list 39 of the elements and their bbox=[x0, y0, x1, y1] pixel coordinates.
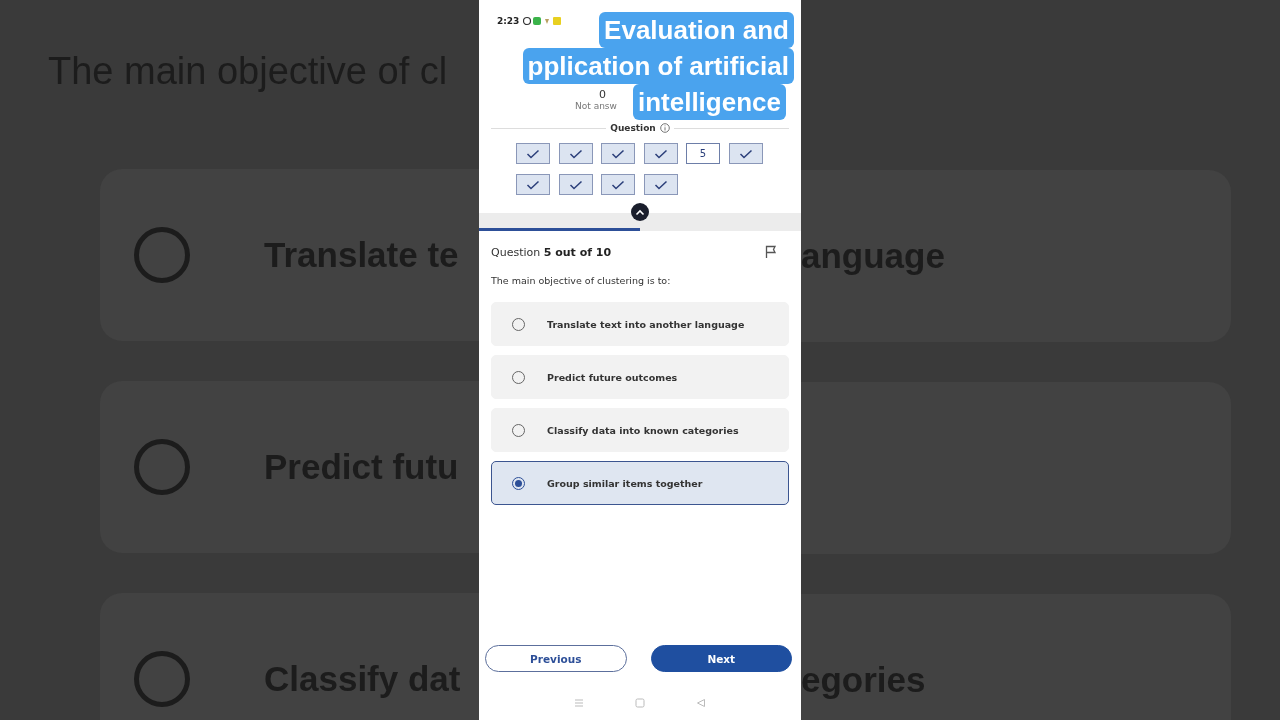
question-position: Question 5 out of 10 bbox=[491, 245, 612, 259]
unanswered-count: 0 bbox=[599, 88, 606, 101]
info-icon[interactable] bbox=[659, 123, 670, 133]
question-text: The main objective of clustering is to: bbox=[490, 274, 672, 286]
unanswered-label: Not answ bbox=[575, 101, 617, 111]
question-number-button[interactable] bbox=[516, 174, 550, 195]
answer-option[interactable]: Group similar items together bbox=[491, 461, 789, 505]
check-icon bbox=[568, 179, 583, 190]
check-icon bbox=[526, 148, 540, 159]
next-button[interactable]: Next bbox=[650, 645, 792, 672]
question-number-button[interactable] bbox=[516, 143, 550, 164]
question-number-button[interactable] bbox=[643, 174, 678, 195]
question-number-button[interactable] bbox=[558, 143, 593, 164]
question-number-button[interactable] bbox=[601, 174, 635, 195]
answer-option[interactable]: Translate text into another language bbox=[491, 302, 789, 346]
check-icon bbox=[738, 148, 753, 159]
check-icon bbox=[653, 148, 668, 159]
check-icon bbox=[568, 148, 583, 159]
palette-title: Question bbox=[610, 123, 656, 133]
flag-icon[interactable] bbox=[764, 245, 778, 259]
answer-option[interactable]: Predict future outcomes bbox=[491, 355, 789, 399]
radio-icon bbox=[134, 651, 190, 707]
status-icons bbox=[523, 16, 564, 26]
question-number-button[interactable] bbox=[601, 143, 635, 164]
previous-button[interactable]: Previous bbox=[485, 645, 627, 672]
question-number-button[interactable] bbox=[643, 143, 678, 164]
status-time: 2:23 bbox=[497, 16, 520, 26]
check-icon bbox=[653, 179, 668, 190]
question-number-button[interactable] bbox=[728, 143, 763, 164]
radio-icon bbox=[134, 439, 190, 495]
answer-option[interactable]: Classify data into known categories bbox=[491, 408, 789, 452]
question-number-button[interactable] bbox=[558, 174, 593, 195]
check-icon bbox=[611, 148, 625, 159]
check-icon bbox=[611, 179, 625, 190]
question-number-button[interactable]: 5 bbox=[686, 143, 720, 164]
check-icon bbox=[526, 179, 540, 190]
radio-icon bbox=[134, 227, 190, 283]
collapse-button[interactable] bbox=[631, 203, 649, 221]
chevron-up-icon bbox=[635, 208, 645, 216]
